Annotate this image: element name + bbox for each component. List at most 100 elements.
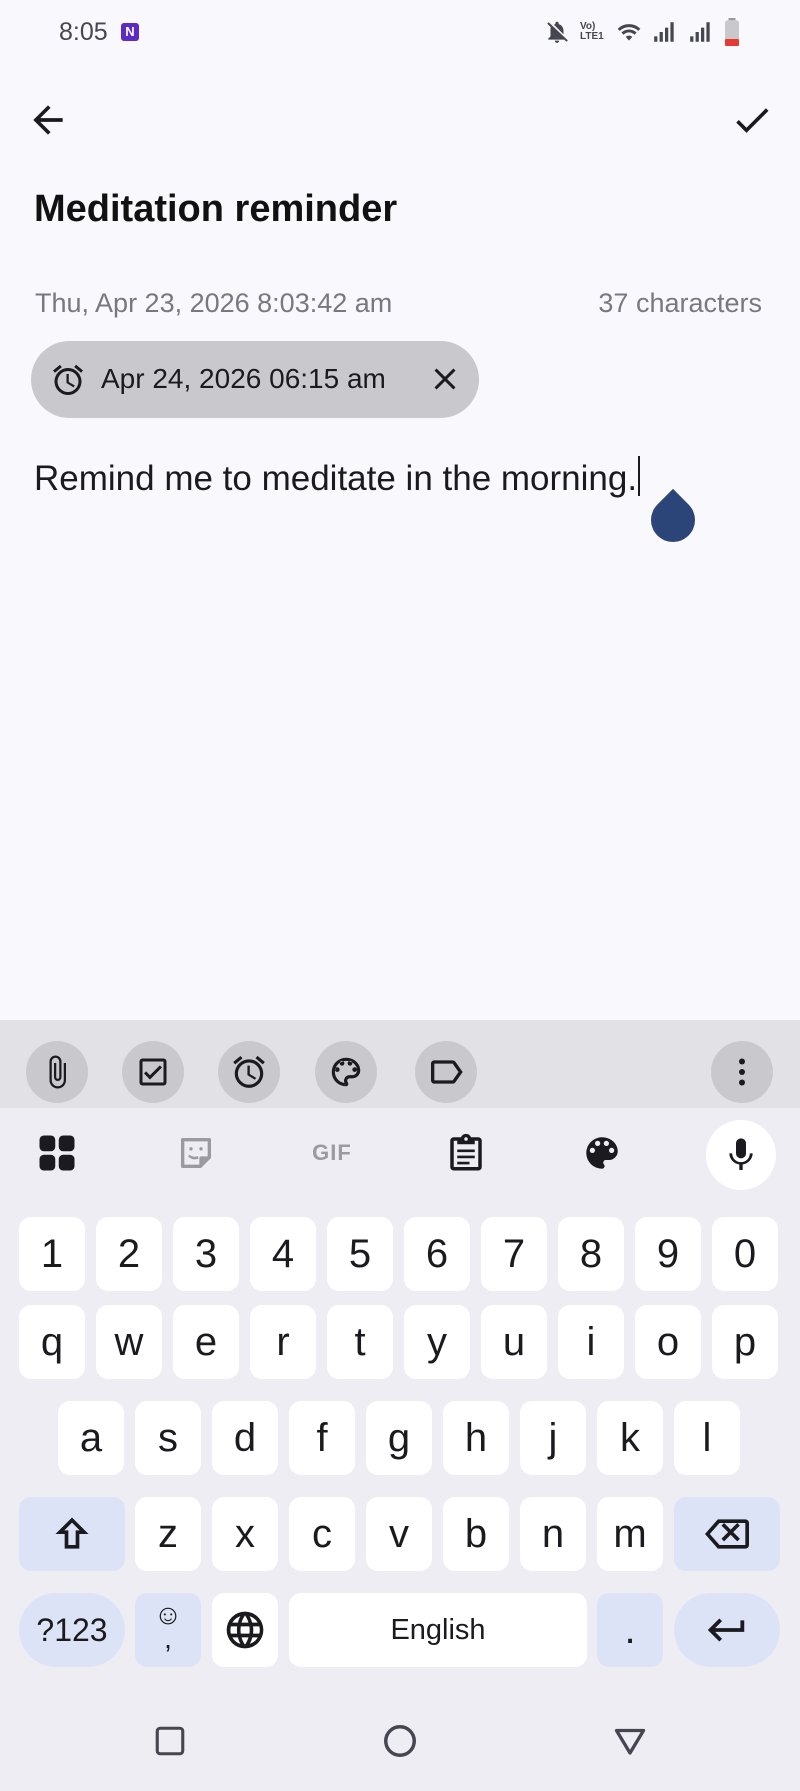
app-bar bbox=[0, 80, 800, 160]
key-a[interactable]: a bbox=[58, 1401, 124, 1475]
theme-button[interactable] bbox=[579, 1130, 625, 1176]
key-d[interactable]: d bbox=[212, 1401, 278, 1475]
checklist-button[interactable] bbox=[122, 1041, 184, 1103]
alarm-icon bbox=[53, 364, 83, 395]
symbols-key[interactable]: ?123 bbox=[19, 1593, 125, 1667]
key-k[interactable]: k bbox=[597, 1401, 663, 1475]
triangle-back-icon bbox=[614, 1728, 646, 1755]
key-6[interactable]: 6 bbox=[404, 1217, 470, 1291]
note-date: Thu, Apr 23, 2026 8:03:42 am bbox=[35, 288, 393, 318]
key-h[interactable]: h bbox=[443, 1401, 509, 1475]
key-c[interactable]: c bbox=[289, 1497, 355, 1571]
key-w[interactable]: w bbox=[96, 1305, 162, 1379]
palette-icon bbox=[331, 1057, 361, 1087]
sticker-icon bbox=[181, 1138, 211, 1168]
key-3[interactable]: 3 bbox=[173, 1217, 239, 1291]
signal-1-icon bbox=[654, 22, 674, 42]
text-cursor bbox=[638, 456, 641, 496]
key-8[interactable]: 8 bbox=[558, 1217, 624, 1291]
key-v[interactable]: v bbox=[366, 1497, 432, 1571]
navigation-bar bbox=[0, 1689, 800, 1791]
enter-icon bbox=[707, 1618, 745, 1642]
gif-button[interactable]: GIF bbox=[307, 1130, 357, 1176]
enter-key[interactable] bbox=[674, 1593, 780, 1667]
key-1[interactable]: 1 bbox=[19, 1217, 85, 1291]
reminder-datetime: Apr 24, 2026 06:15 am bbox=[101, 363, 386, 394]
note-body-field[interactable]: Remind me to meditate in the morning. bbox=[34, 456, 641, 499]
key-e[interactable]: e bbox=[173, 1305, 239, 1379]
key-s[interactable]: s bbox=[135, 1401, 201, 1475]
check-icon bbox=[736, 108, 769, 133]
backspace-key[interactable] bbox=[674, 1497, 780, 1571]
key-2[interactable]: 2 bbox=[96, 1217, 162, 1291]
language-key[interactable] bbox=[212, 1593, 278, 1667]
emoji-comma-key[interactable]: ☺ , bbox=[135, 1593, 201, 1667]
note-title-field[interactable]: Meditation reminder bbox=[34, 188, 397, 231]
attach-button[interactable] bbox=[26, 1041, 88, 1103]
keyboard-toolbar: GIF bbox=[0, 1108, 800, 1198]
key-p[interactable]: p bbox=[712, 1305, 778, 1379]
key-u[interactable]: u bbox=[481, 1305, 547, 1379]
key-0[interactable]: 0 bbox=[712, 1217, 778, 1291]
key-j[interactable]: j bbox=[520, 1401, 586, 1475]
key-7[interactable]: 7 bbox=[481, 1217, 547, 1291]
key-n[interactable]: n bbox=[520, 1497, 586, 1571]
period-key[interactable]: . bbox=[597, 1593, 663, 1667]
reminder-chip[interactable]: Apr 24, 2026 06:15 am bbox=[31, 341, 479, 418]
back-nav-button[interactable] bbox=[608, 1719, 652, 1763]
recents-button[interactable] bbox=[148, 1719, 192, 1763]
key-5[interactable]: 5 bbox=[327, 1217, 393, 1291]
signal-2-icon bbox=[690, 22, 710, 42]
key-o[interactable]: o bbox=[635, 1305, 701, 1379]
globe-icon bbox=[226, 1611, 264, 1649]
shift-key[interactable] bbox=[19, 1497, 125, 1571]
sticker-button[interactable] bbox=[173, 1130, 219, 1176]
key-f[interactable]: f bbox=[289, 1401, 355, 1475]
key-i[interactable]: i bbox=[558, 1305, 624, 1379]
back-button[interactable] bbox=[26, 98, 70, 142]
volte-label: Vo) LTE1 bbox=[580, 21, 604, 42]
space-key[interactable]: English bbox=[289, 1593, 587, 1667]
paperclip-icon bbox=[49, 1055, 66, 1089]
character-count: 37 characters bbox=[598, 288, 762, 318]
key-l[interactable]: l bbox=[674, 1401, 740, 1475]
wifi-icon bbox=[617, 24, 641, 41]
status-time: 8:05 bbox=[59, 18, 108, 46]
cursor-handle[interactable] bbox=[641, 488, 705, 552]
keyboard: GIF 1 2 3 4 5 6 7 8 9 0 q w e r t y u i … bbox=[0, 1108, 800, 1689]
remove-reminder-button[interactable] bbox=[427, 361, 463, 397]
key-t[interactable]: t bbox=[327, 1305, 393, 1379]
key-r[interactable]: r bbox=[250, 1305, 316, 1379]
arrow-left-icon bbox=[33, 105, 63, 135]
voice-input-button[interactable] bbox=[706, 1120, 776, 1190]
apps-grid-button[interactable] bbox=[34, 1130, 80, 1176]
status-icons: Vo) LTE1 bbox=[544, 18, 740, 46]
gif-label: GIF bbox=[312, 1140, 352, 1165]
close-icon bbox=[434, 368, 456, 390]
key-9[interactable]: 9 bbox=[635, 1217, 701, 1291]
key-z[interactable]: z bbox=[135, 1497, 201, 1571]
key-g[interactable]: g bbox=[366, 1401, 432, 1475]
battery-low-icon bbox=[725, 18, 739, 46]
alarm-icon bbox=[233, 1055, 265, 1088]
key-b[interactable]: b bbox=[443, 1497, 509, 1571]
home-button[interactable] bbox=[378, 1719, 422, 1763]
backspace-icon bbox=[705, 1519, 749, 1549]
square-icon bbox=[155, 1726, 185, 1756]
circle-icon bbox=[384, 1725, 416, 1757]
key-4[interactable]: 4 bbox=[250, 1217, 316, 1291]
key-m[interactable]: m bbox=[597, 1497, 663, 1571]
key-y[interactable]: y bbox=[404, 1305, 470, 1379]
reminder-button[interactable] bbox=[218, 1041, 280, 1103]
save-button[interactable] bbox=[730, 98, 774, 142]
notification-app-icon: N bbox=[121, 23, 139, 41]
key-x[interactable]: x bbox=[212, 1497, 278, 1571]
color-button[interactable] bbox=[315, 1041, 377, 1103]
shift-icon bbox=[55, 1517, 89, 1549]
more-options-button[interactable] bbox=[711, 1041, 773, 1103]
key-q[interactable]: q bbox=[19, 1305, 85, 1379]
clipboard-button[interactable] bbox=[443, 1130, 489, 1176]
bell-off-icon bbox=[547, 21, 568, 43]
label-button[interactable] bbox=[415, 1041, 477, 1103]
comma-label: , bbox=[164, 1623, 172, 1654]
